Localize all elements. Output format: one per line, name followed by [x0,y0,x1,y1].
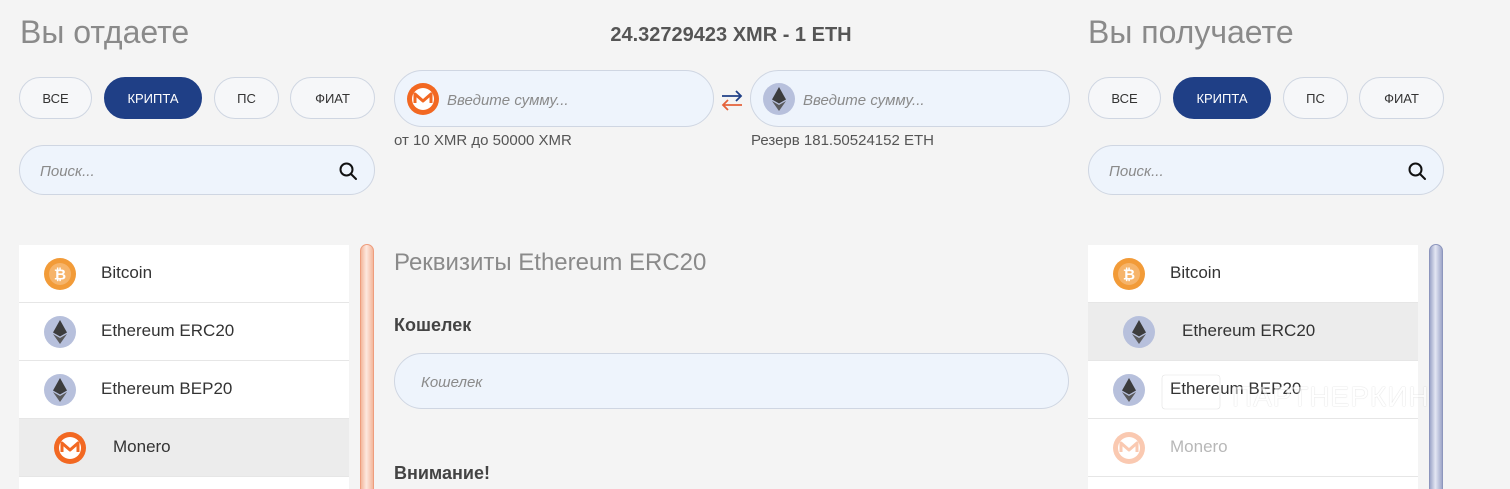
give-filter-ps[interactable]: ПС [214,77,279,119]
swap-icon[interactable] [720,88,744,112]
svg-text:₿: ₿ [54,267,66,284]
give-amount-field [394,70,714,127]
give-filter-fiat[interactable]: ФИАТ [290,77,375,119]
list-item-label: Monero [113,437,171,456]
wallet-field [394,353,1069,409]
watermark: ПАРТНЕРКИН [1160,373,1460,419]
notice-label: Внимание! [394,463,490,483]
monero-icon [1113,432,1145,464]
ethereum-icon [44,316,76,348]
give-filter-all[interactable]: ВСЕ [19,77,92,119]
bitcoin-icon: ₿ [1113,258,1145,290]
get-search [1088,145,1444,195]
search-icon[interactable] [1407,161,1427,181]
give-title: Вы отдаете [20,14,190,50]
get-filter-all[interactable]: ВСЕ [1088,77,1161,119]
list-item-label: Bitcoin [101,263,153,282]
get-filter-crypto[interactable]: КРИПТА [1173,77,1271,119]
wallet-input[interactable] [421,371,1021,393]
give-item-ethereum-bep20[interactable]: Ethereum BEP20 [19,361,349,419]
details-title: Реквизиты Ethereum ERC20 [394,249,707,276]
give-filter-crypto[interactable]: КРИПТА [104,77,202,119]
watermark-logo-icon [1160,373,1222,418]
get-currency-list: ₿ Bitcoin Ethereum ERC20 Ethereum BEP20 [1088,245,1418,489]
watermark-text: ПАРТНЕРКИН [1232,381,1430,412]
get-filter-ps[interactable]: ПС [1283,77,1348,119]
list-item-label: Monero [1170,437,1228,456]
svg-text:₿: ₿ [1123,267,1135,284]
get-list-scrollbar[interactable] [1429,244,1443,489]
give-list-scrollbar[interactable] [360,244,374,489]
exchange-page: Вы отдаете ВСЕ КРИПТА ПС ФИАТ ₿ Bitcoin … [0,0,1510,489]
get-filter-fiat[interactable]: ФИАТ [1359,77,1444,119]
give-item-monero[interactable]: Monero [19,419,349,477]
search-icon[interactable] [338,161,358,181]
give-limits: от 10 XMR до 50000 XMR [394,132,572,149]
wallet-label: Кошелек [394,315,472,335]
give-search [19,145,375,195]
get-title: Вы получаете [1088,14,1294,50]
list-item[interactable] [1088,477,1418,489]
give-amount-input[interactable] [447,89,687,111]
get-item-ethereum-erc20[interactable]: Ethereum ERC20 [1088,303,1418,361]
ethereum-icon [1123,316,1155,348]
ethereum-icon [1113,374,1145,406]
get-item-monero[interactable]: Monero [1088,419,1418,477]
get-item-bitcoin[interactable]: ₿ Bitcoin [1088,245,1418,303]
list-item-label: Ethereum ERC20 [1182,321,1316,340]
give-currency-list: ₿ Bitcoin Ethereum ERC20 Ethereum BEP20 [19,245,349,489]
give-item-ethereum-erc20[interactable]: Ethereum ERC20 [19,303,349,361]
exchange-rate: 24.32729423 XMR - 1 ETH [610,24,852,46]
get-amount-field [750,70,1070,127]
bitcoin-icon: ₿ [44,258,76,290]
list-item[interactable] [19,477,349,489]
monero-icon [54,432,86,464]
give-search-input[interactable] [40,160,330,182]
get-amount-input[interactable] [803,89,1043,111]
give-item-bitcoin[interactable]: ₿ Bitcoin [19,245,349,303]
ethereum-icon [44,374,76,406]
list-item-label: Ethereum BEP20 [101,379,233,398]
ethereum-icon [763,83,795,115]
get-search-input[interactable] [1109,160,1399,182]
list-item-label: Ethereum ERC20 [101,321,235,340]
monero-icon [407,83,439,115]
reserve-info: Резерв 181.50524152 ETH [751,132,934,149]
list-item-label: Bitcoin [1170,263,1222,282]
